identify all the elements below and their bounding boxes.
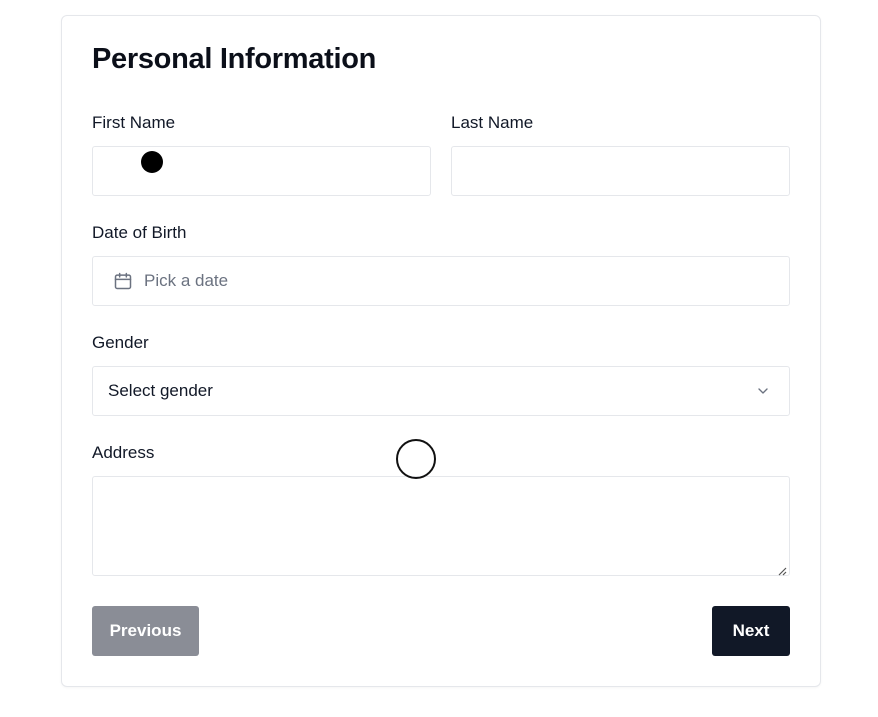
last-name-input[interactable] [451, 146, 790, 196]
chevron-down-icon [755, 383, 771, 399]
next-button[interactable]: Next [712, 606, 790, 656]
date-of-birth-picker[interactable]: Pick a date [92, 256, 790, 306]
gender-label: Gender [92, 333, 149, 352]
last-name-label: Last Name [451, 113, 534, 132]
page-title: Personal Information [92, 43, 377, 75]
resize-handle-icon[interactable] [777, 563, 787, 576]
previous-button[interactable]: Previous [92, 606, 199, 656]
cursor-dot [141, 151, 163, 173]
calendar-icon [113, 271, 133, 291]
first-name-input[interactable] [92, 146, 431, 196]
address-textarea[interactable] [92, 476, 790, 576]
address-label: Address [92, 443, 155, 462]
first-name-label: First Name [92, 113, 176, 132]
gender-select-value: Select gender [108, 381, 213, 400]
cursor-ring [396, 439, 436, 479]
gender-select[interactable]: Select gender [92, 366, 790, 416]
date-of-birth-label: Date of Birth [92, 223, 187, 242]
date-placeholder: Pick a date [144, 271, 229, 290]
